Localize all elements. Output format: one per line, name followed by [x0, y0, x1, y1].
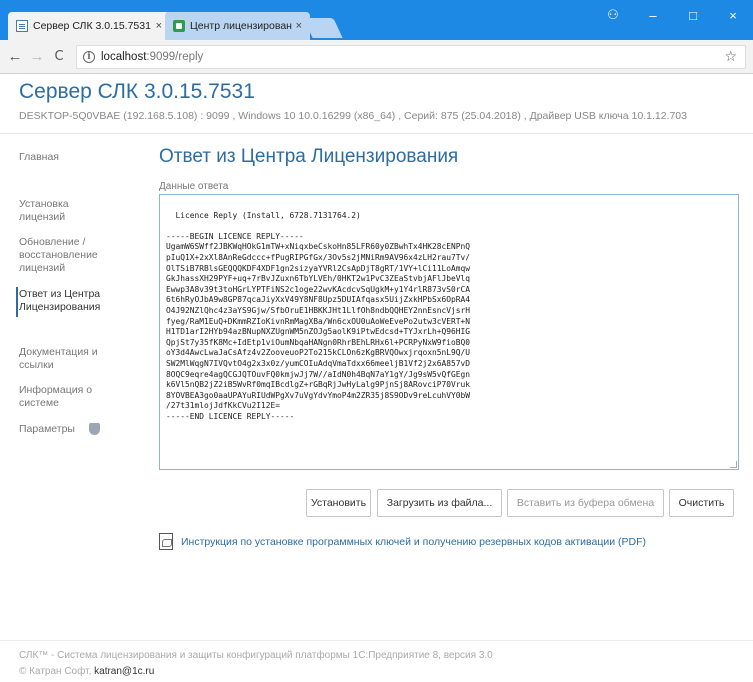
address-bar: ← → C i localhost:9099/reply ☆ — [0, 40, 753, 74]
tab-label: Центр лицензирования — [190, 20, 292, 32]
profile-icon[interactable]: ⚇ — [593, 7, 633, 23]
close-tab-icon[interactable]: × — [296, 20, 302, 32]
reply-textarea[interactable]: Licence Reply (Install, 6728.7131764.2) … — [159, 194, 739, 470]
tab-label: Сервер СЛК 3.0.15.7531 — [33, 20, 151, 32]
page-title: Ответ из Центра Лицензирования — [159, 146, 459, 167]
browser-titlebar: Сервер СЛК 3.0.15.7531 × Центр лицензиро… — [0, 0, 753, 40]
contact-email-link[interactable]: katran@1c.ru — [94, 666, 154, 677]
pdf-instruction-row[interactable]: Инструкция по установке программных ключ… — [159, 533, 646, 550]
copyright-text: © Катран Софт, — [19, 666, 92, 677]
licensing-site-icon — [173, 20, 185, 32]
document-icon — [16, 20, 28, 32]
url-host: localhost — [101, 51, 147, 63]
close-tab-icon[interactable]: × — [156, 20, 162, 32]
footer-product-info: СЛК™ - Система лицензирования и защиты к… — [19, 650, 493, 661]
resize-handle[interactable] — [730, 461, 737, 468]
shield-icon — [88, 423, 100, 436]
pdf-icon — [159, 533, 173, 550]
active-indicator — [16, 287, 18, 317]
header-divider — [0, 133, 753, 134]
sidebar-item-label: Параметры — [19, 423, 75, 435]
info-icon[interactable]: i — [83, 51, 95, 63]
maximize-icon[interactable]: □ — [673, 8, 713, 23]
url-path: :9099/reply — [146, 51, 204, 63]
sidebar-item-home[interactable]: Главная — [19, 151, 137, 164]
footer-divider — [0, 640, 753, 641]
window-controls: ⚇ – □ × — [593, 0, 753, 30]
close-window-icon[interactable]: × — [713, 8, 753, 23]
clear-button[interactable]: Очистить — [669, 489, 734, 517]
load-from-file-button[interactable]: Загрузить из файла... — [377, 489, 502, 517]
reload-icon[interactable]: C — [48, 49, 70, 64]
sidebar-item-settings[interactable]: Параметры — [19, 423, 137, 436]
tab-server[interactable]: Сервер СЛК 3.0.15.7531 × — [8, 12, 170, 40]
sidebar-item-system-info[interactable]: Информация о системе — [19, 384, 137, 410]
minimize-icon[interactable]: – — [633, 8, 673, 23]
pdf-instruction-link[interactable]: Инструкция по установке программных ключ… — [181, 536, 646, 548]
reply-field-label: Данные ответа — [159, 181, 229, 192]
bookmark-star-icon[interactable]: ☆ — [724, 48, 737, 65]
url-input[interactable]: i localhost:9099/reply ☆ — [76, 45, 746, 69]
paste-from-clipboard-button[interactable]: Вставить из буфера обмена — [507, 489, 664, 517]
sidebar-item-reply[interactable]: Ответ из Центра Лицензирования — [19, 288, 137, 314]
sidebar-item-docs[interactable]: Документация и ссылки — [19, 346, 137, 372]
forward-arrow-icon[interactable]: → — [26, 48, 48, 65]
footer-copyright: © Катран Софт, katran@1c.ru — [19, 666, 154, 677]
sidebar-item-install-licenses[interactable]: Установка лицензий — [19, 198, 137, 224]
system-info: DESKTOP-5Q0VBAE (192.168.5.108) : 9099 ,… — [19, 110, 687, 122]
app-title: Сервер СЛК 3.0.15.7531 — [19, 80, 255, 103]
reply-text: Licence Reply (Install, 6728.7131764.2) … — [166, 210, 471, 421]
back-arrow-icon[interactable]: ← — [4, 48, 26, 65]
tab-licensing-center[interactable]: Центр лицензирования × — [165, 12, 310, 40]
install-button[interactable]: Установить — [306, 489, 371, 517]
sidebar-item-update-restore[interactable]: Обновление / восстановление лицензий — [19, 236, 137, 275]
